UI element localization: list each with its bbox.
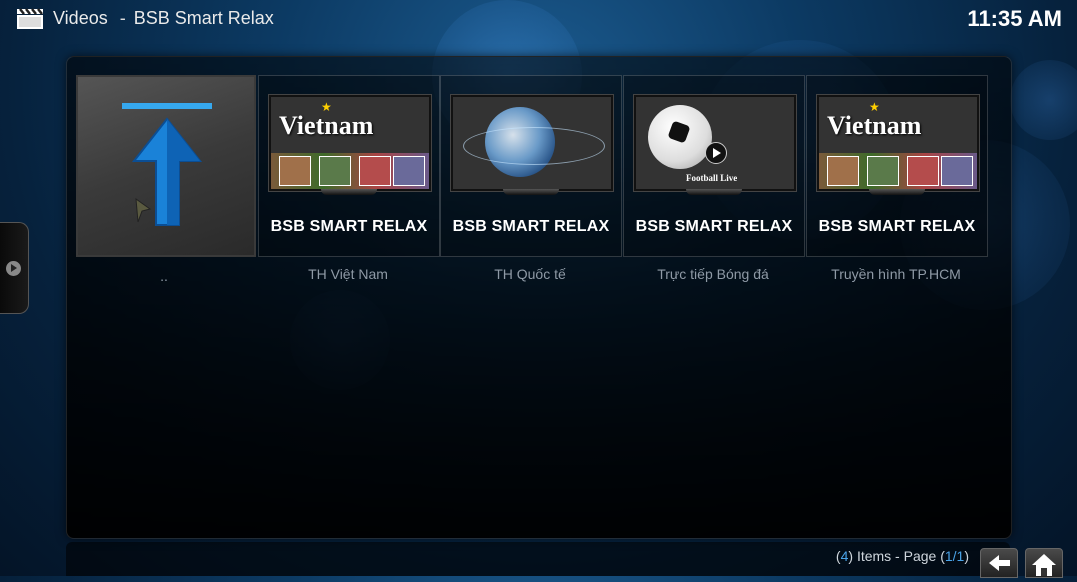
photo	[907, 156, 939, 186]
tile-label: Truyền hình TP.HCM	[831, 266, 961, 282]
thumbnail-text: Football Live	[686, 173, 738, 183]
up-arrow-icon	[122, 103, 212, 226]
photo	[941, 156, 973, 186]
orbit-ring	[463, 127, 605, 165]
vietnam-thumbnail: ★ Vietnam	[269, 95, 431, 191]
thumbnail-text: Vietnam	[279, 111, 374, 140]
breadcrumb-separator: -	[119, 8, 126, 28]
folder-tile[interactable]: ★ Vietnam BSB SMART RELAX	[806, 75, 988, 257]
play-icon	[705, 142, 727, 164]
back-button[interactable]	[980, 548, 1018, 578]
folder-tile[interactable]: ★ Vietnam BSB SMART RELAX	[258, 75, 440, 257]
parent-folder-tile[interactable]	[76, 75, 256, 257]
tile-title: BSB SMART RELAX	[270, 218, 428, 235]
top-bar: Videos - BSB Smart Relax 11:35 AM	[0, 0, 1077, 38]
clock: 11:35 AM	[967, 6, 1062, 31]
back-arrow-icon	[989, 555, 1010, 571]
vietnam-thumbnail: ★ Vietnam	[817, 95, 979, 191]
tv-stand	[686, 189, 742, 195]
home-button[interactable]	[1025, 548, 1063, 578]
item-count-status: (4) Items - Page (1/1)	[836, 548, 969, 564]
breadcrumb-section: Videos	[53, 8, 108, 28]
background-bubble	[1010, 60, 1077, 140]
page-indicator: 1/1	[944, 548, 965, 564]
tile-title: BSB SMART RELAX	[452, 218, 610, 235]
photo	[279, 156, 311, 186]
football-icon	[648, 105, 712, 169]
photo	[827, 156, 859, 186]
clapperboard-icon	[17, 8, 43, 29]
breadcrumb-subsection: BSB Smart Relax	[133, 8, 274, 28]
tile-label: TH Quốc tế	[494, 266, 566, 282]
globe-thumbnail	[451, 95, 613, 191]
parent-folder-label: ..	[160, 268, 168, 284]
thumbnail-text: Vietnam	[827, 111, 922, 140]
side-menu-tab[interactable]	[0, 222, 29, 314]
tile-label: TH Việt Nam	[308, 266, 388, 282]
tv-stand	[869, 189, 925, 195]
football-thumbnail: Football Live	[634, 95, 796, 191]
tv-stand	[321, 189, 377, 195]
tile-title: BSB SMART RELAX	[818, 218, 976, 235]
photo	[393, 156, 425, 186]
folder-tile[interactable]: Football Live BSB SMART RELAX	[623, 75, 805, 257]
tile-title: BSB SMART RELAX	[635, 218, 793, 235]
photo	[867, 156, 899, 186]
side-menu-arrow-icon	[6, 261, 21, 276]
photo	[359, 156, 391, 186]
breadcrumb: Videos - BSB Smart Relax	[53, 8, 274, 29]
tv-stand	[503, 189, 559, 195]
folder-tile[interactable]: BSB SMART RELAX	[440, 75, 622, 257]
status-close-paren: )	[964, 548, 969, 564]
tile-label: Trực tiếp Bóng đá	[657, 266, 769, 282]
photo	[319, 156, 351, 186]
home-icon	[1032, 554, 1056, 576]
status-items-text: ) Items - Page (	[848, 548, 945, 564]
